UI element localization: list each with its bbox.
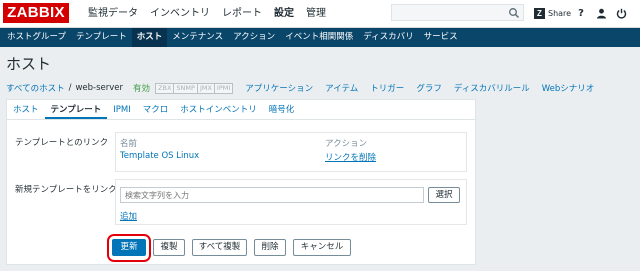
menu-inventory[interactable]: インベントリ (144, 0, 216, 28)
badge-snmp: SNMP (174, 82, 198, 94)
linked-templates-label: テンプレートとのリンク (15, 138, 109, 148)
cancel-button[interactable]: キャンセル (293, 239, 351, 256)
link-triggers[interactable]: トリガー (370, 82, 404, 94)
subnav-actions[interactable]: アクション (228, 28, 280, 47)
select-template-button[interactable]: 選択 (428, 187, 460, 203)
menu-reports[interactable]: レポート (216, 0, 268, 28)
link-discovery-rules[interactable]: ディスカバリルール (454, 82, 530, 94)
host-status-enabled[interactable]: 有効 (133, 82, 150, 94)
menu-monitoring[interactable]: 監視データ (82, 0, 144, 28)
tab-encryption[interactable]: 暗号化 (263, 100, 301, 119)
subnav-event-correlation[interactable]: イベント相関関係 (280, 28, 358, 47)
link-items[interactable]: アイテム (325, 82, 358, 94)
subnav-templates[interactable]: テンプレート (71, 28, 132, 47)
badge-ipmi: IPMI (214, 82, 234, 94)
share-button[interactable]: Z Share (534, 6, 571, 20)
user-profile-icon[interactable] (594, 6, 608, 20)
template-search-input[interactable] (120, 187, 424, 203)
tab-host[interactable]: ホスト (7, 100, 45, 119)
column-header-action: アクション (325, 139, 368, 149)
add-template-link[interactable]: 追加 (120, 210, 137, 222)
page-title: ホスト (6, 55, 52, 73)
link-new-template-label: 新規テンプレートをリンク (15, 185, 117, 195)
interface-badges: ZBX SNMP JMX IPMI (155, 82, 234, 94)
subnav-hosts[interactable]: ホスト (131, 28, 168, 47)
menu-administration[interactable]: 管理 (300, 0, 332, 28)
zabbix-logo[interactable]: ZABBIX (3, 3, 69, 23)
help-icon[interactable]: ? (574, 6, 588, 20)
tab-macros[interactable]: マクロ (137, 100, 175, 119)
unlink-template-link[interactable]: リンクを削除 (325, 151, 376, 163)
link-applications[interactable]: アプリケーション (245, 82, 313, 94)
breadcrumb: すべてのホスト / web-server 有効 ZBX SNMP JMX IPM… (6, 81, 594, 95)
power-logout-icon[interactable] (614, 6, 628, 20)
link-new-template-box: 選択 追加 (115, 179, 467, 225)
subnav-host-groups[interactable]: ホストグループ (2, 28, 71, 47)
full-clone-button[interactable]: すべて複製 (192, 239, 247, 256)
update-button[interactable]: 更新 (112, 239, 146, 256)
host-tabs: ホスト テンプレート IPMI マクロ ホストインベントリ 暗号化 (7, 100, 475, 120)
global-search-input[interactable] (391, 4, 524, 21)
breadcrumb-all-hosts[interactable]: すべてのホスト (6, 82, 65, 94)
search-icon[interactable] (508, 7, 520, 19)
tab-host-inventory[interactable]: ホストインベントリ (174, 100, 263, 119)
subnav-services[interactable]: サービス (419, 28, 463, 47)
breadcrumb-host-name: web-server (75, 83, 124, 93)
column-header-name: 名前 (120, 139, 138, 149)
badge-zbx: ZBX (155, 82, 175, 94)
share-label: Share (548, 8, 572, 18)
delete-button[interactable]: 削除 (254, 239, 286, 256)
host-form-panel: ホスト テンプレート IPMI マクロ ホストインベントリ 暗号化 テンプレート… (6, 99, 476, 265)
linked-template-name[interactable]: Template OS Linux (120, 151, 199, 161)
subnav-maintenance[interactable]: メンテナンス (167, 28, 228, 47)
linked-templates-table: 名前 アクション Template OS Linux リンクを削除 (115, 132, 467, 172)
tab-templates[interactable]: テンプレート (44, 100, 108, 119)
subnav-discovery[interactable]: ディスカバリ (358, 28, 418, 47)
clone-button[interactable]: 複製 (153, 239, 185, 256)
link-graphs[interactable]: グラフ (416, 82, 442, 94)
link-web-scenarios[interactable]: Webシナリオ (542, 82, 595, 94)
tab-ipmi[interactable]: IPMI (107, 100, 136, 119)
menu-configuration[interactable]: 設定 (268, 0, 300, 28)
zabbix-share-icon: Z (534, 7, 545, 19)
top-header: ZABBIX 監視データ インベントリ レポート 設定 管理 Z Share ? (0, 0, 640, 28)
badge-jmx: JMX (197, 82, 215, 94)
main-menu: 監視データ インベントリ レポート 設定 管理 (82, 0, 332, 28)
sub-navigation: ホストグループ テンプレート ホスト メンテナンス アクション イベント相関関係… (0, 28, 640, 47)
breadcrumb-separator: / (68, 83, 72, 93)
